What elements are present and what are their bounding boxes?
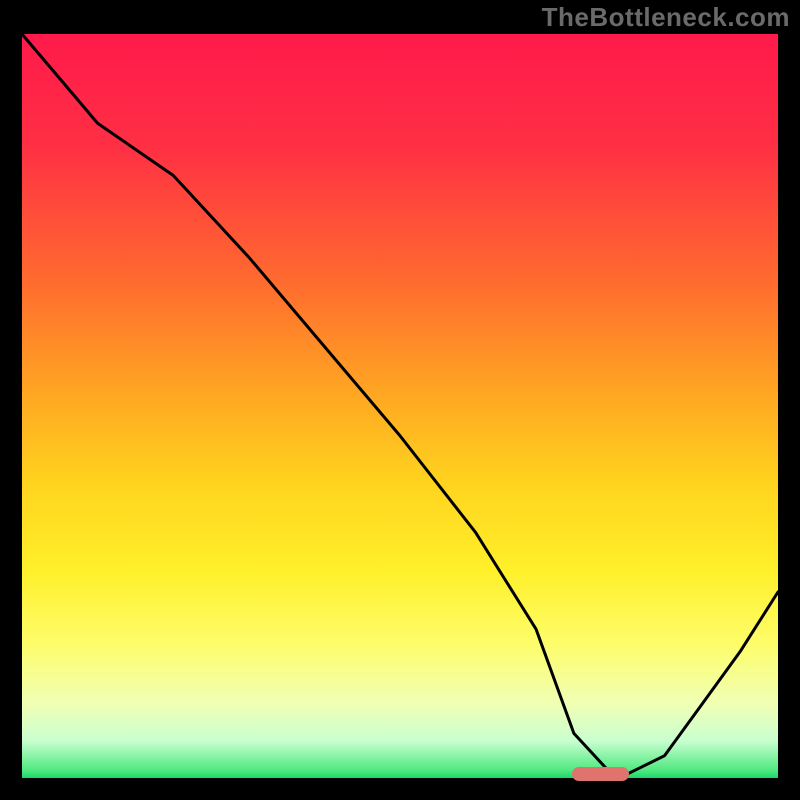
plot-area (22, 34, 778, 778)
chart-frame: TheBottleneck.com (0, 0, 800, 800)
gradient-background (22, 34, 778, 778)
watermark-text: TheBottleneck.com (542, 2, 790, 33)
optimal-range-marker (572, 767, 629, 781)
